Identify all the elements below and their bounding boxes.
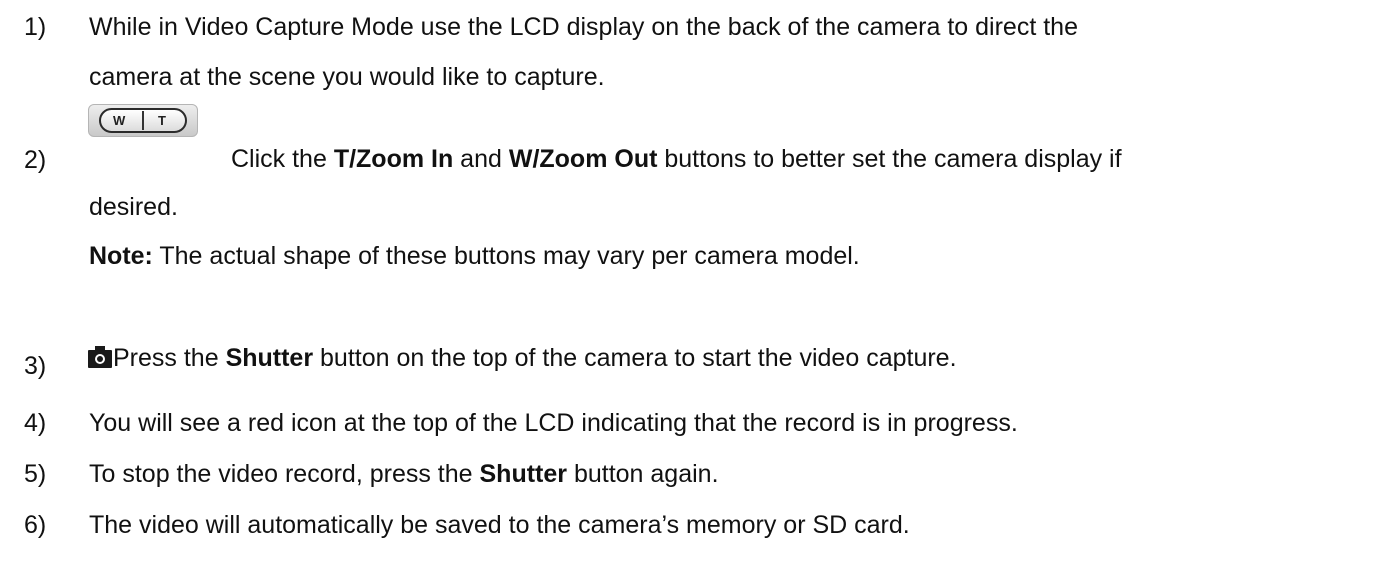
step-line: desired. [89, 193, 178, 221]
text-run: Click the [231, 145, 334, 173]
step-number: 2) [24, 146, 47, 174]
step-text: You will see a red icon at the top of th… [89, 401, 1359, 446]
step-line: The video will automatically be saved to… [89, 511, 910, 539]
text-run: button again. [567, 460, 719, 488]
step-number: 5) [24, 460, 47, 488]
step-line: While in Video Capture Mode use the LCD … [89, 13, 1078, 41]
step-number: 1) [24, 13, 47, 41]
zoom-t-label: T [158, 113, 166, 128]
text-run: and [453, 145, 509, 173]
step-line: Click the T/Zoom In and W/Zoom Out butto… [231, 137, 1361, 182]
zoom-in-label: T/Zoom In [333, 145, 454, 173]
instruction-list: 1) While in Video Capture Mode use the L… [0, 0, 1375, 562]
step-text: Press the Shutter button on the top of t… [113, 336, 1353, 381]
note-label: Note: [89, 242, 153, 270]
step-text: While in Video Capture Mode use the LCD … [89, 5, 1359, 100]
step-number: 4) [24, 409, 47, 437]
note-text: The actual shape of these buttons may va… [152, 242, 860, 270]
step-text-continued: desired. Note: The actual shape of these… [89, 185, 1359, 279]
shutter-label: Shutter [225, 344, 314, 372]
step-number: 6) [24, 511, 47, 539]
step-line: camera at the scene you would like to ca… [89, 63, 605, 91]
text-run: Press the [113, 344, 226, 372]
step-text: To stop the video record, press the Shut… [89, 452, 1359, 497]
note: Note: The actual shape of these buttons … [89, 234, 1359, 279]
camera-icon [88, 346, 112, 368]
shutter-label: Shutter [479, 460, 568, 488]
text-run: buttons to better set the camera display… [657, 145, 1122, 173]
step-number: 3) [24, 352, 47, 380]
text-run: button on the top of the camera to start… [313, 344, 957, 372]
step-text: The video will automatically be saved to… [89, 503, 1359, 548]
step-line: Press the Shutter button on the top of t… [113, 336, 1353, 381]
zoom-out-label: W/Zoom Out [508, 145, 658, 173]
zoom-pill: W T [99, 108, 187, 133]
step-text: Click the T/Zoom In and W/Zoom Out butto… [231, 137, 1361, 182]
text-run: To stop the video record, press the [89, 460, 480, 488]
step-line: To stop the video record, press the Shut… [89, 452, 1359, 497]
zoom-w-label: W [113, 113, 126, 128]
zoom-wt-button-icon: W T [88, 104, 198, 137]
zoom-divider [142, 111, 144, 130]
step-line: You will see a red icon at the top of th… [89, 409, 1018, 437]
